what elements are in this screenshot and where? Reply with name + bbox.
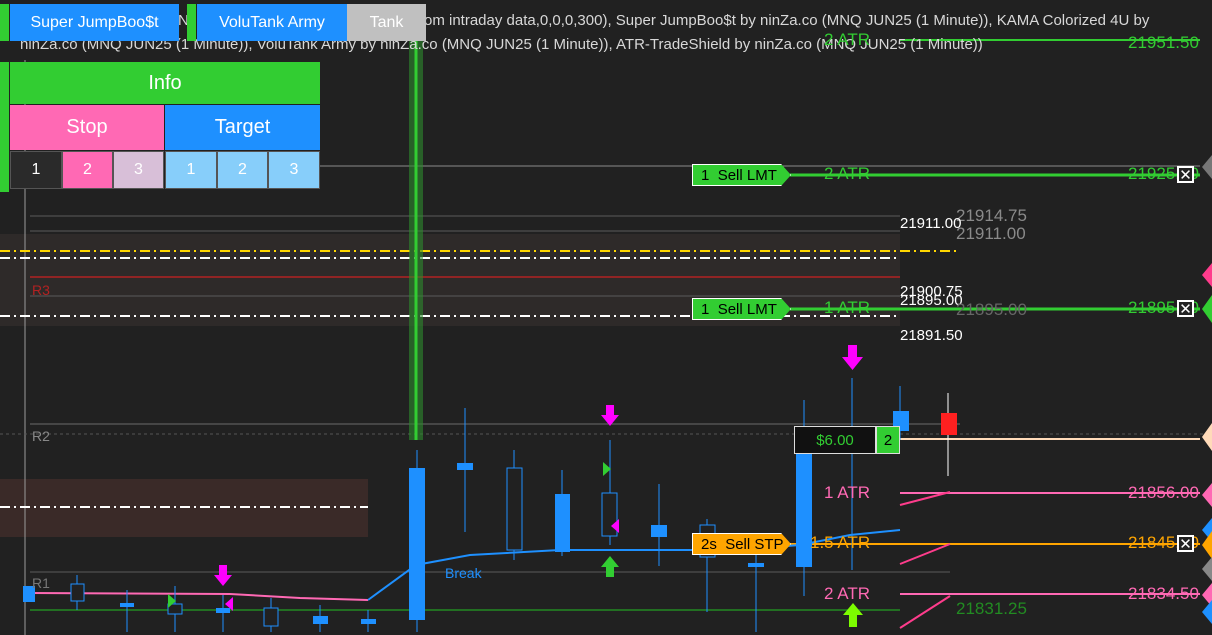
panel-accent (0, 62, 9, 192)
volutank-army-button[interactable]: VoluTank Army (197, 4, 347, 41)
sell-stp-atr: 1.5 ATR (810, 533, 871, 552)
target-button[interactable]: Target (165, 105, 320, 150)
price-21891: 21891.50 (900, 327, 963, 344)
break-label: Break (445, 565, 482, 581)
price-21831: 21831.25 (956, 599, 1027, 618)
target-qty-3[interactable]: 3 (268, 151, 320, 189)
atr1-price: 21856.00 (1128, 483, 1199, 502)
stop-qty-2[interactable]: 2 (62, 151, 113, 189)
close-sell-stp-icon[interactable]: ✕ (1177, 535, 1194, 552)
price-21911-gray: 21911.00 (956, 224, 1026, 243)
price-21914: 21914.75 (956, 206, 1027, 225)
close-sell-lmt-1-icon[interactable]: ✕ (1177, 166, 1194, 183)
tab-edge-middle (187, 4, 196, 41)
sell-lmt-order-2[interactable]: 1 Sell LMT (692, 298, 791, 320)
sell-lmt-1-label: Sell LMT (717, 166, 777, 184)
atr1-label: 1 ATR (824, 483, 870, 502)
tank-button[interactable]: Tank (347, 4, 426, 41)
right-edge-markers (1202, 155, 1212, 624)
sell-lmt-2-qty: 1 (701, 300, 710, 318)
top-atr-price: 21951.50 (1128, 33, 1199, 52)
sell-stp-qty: 2s (701, 535, 717, 553)
sell-lmt-1-atr: 2 ATR (824, 164, 870, 183)
sell-lmt-1-qty: 1 (701, 166, 710, 184)
sell-lmt-2-atr: 1 ATR (824, 298, 870, 317)
position-qty[interactable]: 2 (876, 426, 900, 454)
r2-label: R2 (32, 428, 50, 444)
top-atr-label: 2 ATR (824, 30, 870, 49)
sell-lmt-order-1[interactable]: 1 Sell LMT (692, 164, 791, 186)
stop-qty-3[interactable]: 3 (113, 151, 164, 189)
tab-edge-left (0, 4, 9, 41)
close-sell-lmt-2-icon[interactable]: ✕ (1177, 300, 1194, 317)
atr2-label: 2 ATR (824, 584, 870, 603)
sell-stp-order[interactable]: 2s Sell STP (692, 533, 791, 555)
target-qty-2[interactable]: 2 (217, 151, 268, 189)
price-21911-white: 21911.00 (900, 215, 962, 232)
position-pnl[interactable]: $6.00 (794, 426, 876, 454)
r3-label: R3 (32, 282, 50, 298)
price-21895: 21895.00 (900, 292, 963, 309)
r1-label: R1 (32, 575, 50, 591)
atr2-price: 21834.50 (1128, 584, 1199, 603)
info-button[interactable]: Info (10, 62, 320, 104)
super-jumpboost-button[interactable]: Super JumpBoo$t (10, 4, 179, 41)
stop-qty-1[interactable]: 1 (10, 151, 62, 189)
stop-button[interactable]: Stop (10, 105, 164, 150)
sell-stp-label: Sell STP (725, 535, 784, 553)
price-21895-gray: 21895.00 (956, 300, 1027, 319)
target-qty-1[interactable]: 1 (165, 151, 217, 189)
sell-lmt-2-label: Sell LMT (717, 300, 777, 318)
header-line-1: om intraday data,0,0,0,300), Super JumpB… (424, 12, 1150, 29)
